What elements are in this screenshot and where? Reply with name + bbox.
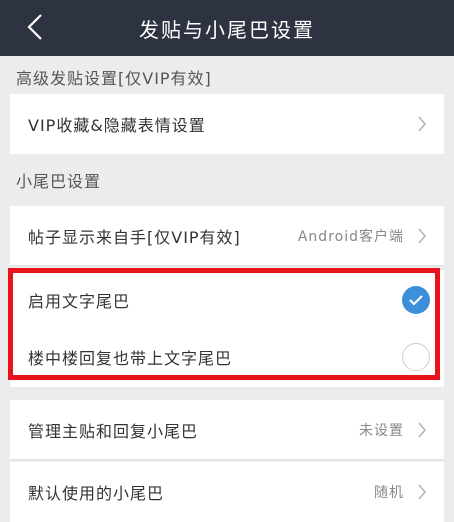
enable-text-tail-row[interactable]: 启用文字尾巴	[10, 270, 444, 330]
section-header-advanced: 高级发贴设置[仅VIP有效]	[16, 69, 212, 88]
row-label: 默认使用的小尾巴	[28, 484, 165, 503]
default-tail-row[interactable]: 默认使用的小尾巴 随机	[10, 462, 444, 522]
vip-collect-settings-row[interactable]: VIP收藏&隐藏表情设置	[10, 94, 444, 154]
row-label: VIP收藏&隐藏表情设置	[28, 116, 206, 135]
top-bar: 发贴与小尾巴设置	[0, 0, 454, 56]
chevron-right-icon	[414, 419, 430, 441]
row-label: 启用文字尾巴	[28, 291, 131, 311]
row-label: 帖子显示来自手[仅VIP有效]	[28, 227, 241, 247]
chevron-right-icon	[414, 225, 430, 247]
row-value: 未设置	[359, 422, 404, 439]
empty-circle-icon[interactable]	[402, 343, 430, 371]
row-label: 楼中楼回复也带上文字尾巴	[28, 349, 233, 368]
chevron-right-icon	[414, 113, 430, 135]
page-title: 发贴与小尾巴设置	[139, 17, 315, 42]
row-value: 随机	[374, 485, 404, 501]
row-value: Android客户端	[297, 228, 404, 245]
floor-reply-tail-row[interactable]: 楼中楼回复也带上文字尾巴	[10, 327, 444, 387]
section-header-tail: 小尾巴设置	[16, 172, 102, 191]
post-source-display-row[interactable]: 帖子显示来自手[仅VIP有效] Android客户端	[10, 206, 444, 266]
row-label: 管理主贴和回复小尾巴	[28, 421, 199, 441]
checkmark-circle-icon[interactable]	[402, 285, 430, 314]
chevron-right-icon	[414, 481, 430, 503]
manage-tail-row[interactable]: 管理主贴和回复小尾巴 未设置	[10, 400, 444, 460]
